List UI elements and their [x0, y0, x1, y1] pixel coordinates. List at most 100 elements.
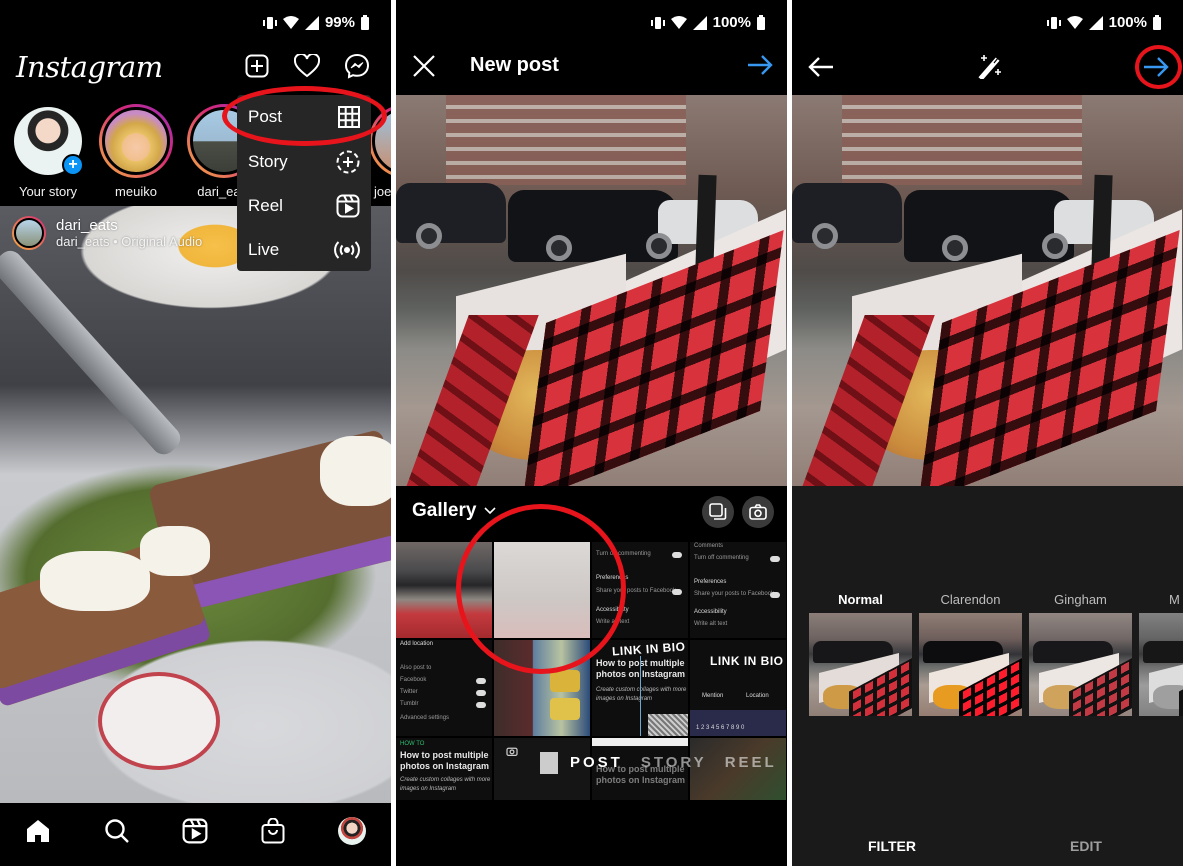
- create-menu-post[interactable]: Post: [237, 95, 371, 139]
- camera-icon: [749, 504, 767, 520]
- gallery-thumb[interactable]: Turn off commenting Preferences Share yo…: [592, 542, 688, 638]
- status-bar: 99%: [262, 14, 369, 31]
- cream-image-detail: [40, 551, 150, 611]
- filter-label: Normal: [838, 592, 883, 607]
- cream-image-detail: [320, 436, 391, 506]
- filter-gingham[interactable]: Gingham: [1029, 592, 1132, 716]
- story-name: joe: [374, 184, 391, 199]
- wifi-icon: [670, 15, 687, 29]
- story-add-icon: [336, 150, 360, 174]
- profile-avatar[interactable]: [336, 815, 368, 847]
- messenger-icon[interactable]: [343, 52, 371, 80]
- author-avatar[interactable]: [12, 216, 46, 250]
- back-arrow-icon[interactable]: [808, 56, 834, 83]
- signal-icon: [1088, 15, 1103, 30]
- next-arrow-icon[interactable]: [1143, 56, 1169, 83]
- create-menu-story[interactable]: Story: [237, 140, 371, 184]
- next-arrow-icon[interactable]: [747, 54, 773, 81]
- filter-edit-screen: 100% Normal Clarendon Gingham M FILTER E…: [792, 0, 1183, 866]
- battery-icon: [1153, 15, 1161, 30]
- filter-normal[interactable]: Normal: [809, 592, 912, 716]
- wifi-icon: [282, 15, 299, 29]
- signal-icon: [304, 15, 319, 30]
- gallery-dropdown[interactable]: Gallery: [412, 500, 497, 522]
- create-menu-reel[interactable]: Reel: [237, 184, 371, 228]
- camera-button[interactable]: [742, 496, 774, 528]
- story-name: Your story: [18, 184, 78, 199]
- filter-panel: Normal Clarendon Gingham M: [792, 486, 1183, 866]
- story-your-story[interactable]: + Your story: [10, 104, 86, 199]
- instagram-home-screen: 99% Instagram + Your story meuiko dari_e…: [0, 0, 391, 866]
- create-menu-live[interactable]: Live: [237, 228, 371, 272]
- grid-icon: [338, 106, 360, 128]
- editor-tabs: FILTER EDIT: [792, 838, 1183, 856]
- gallery-thumb[interactable]: [494, 640, 590, 736]
- gallery-thumb[interactable]: [396, 542, 492, 638]
- story-joe[interactable]: joe: [368, 104, 391, 199]
- menu-item-label: Story: [248, 152, 288, 171]
- filter-label: Gingham: [1054, 592, 1107, 607]
- fork-image-detail: [0, 245, 186, 460]
- audio-label[interactable]: dari_eats • Original Audio: [56, 234, 202, 249]
- gallery-thumb-selected[interactable]: [494, 542, 590, 638]
- gallery-thumb[interactable]: Comments Turn off commenting Preferences…: [690, 542, 786, 638]
- camera-mode-selector: POST STORY REEL LIV: [570, 754, 787, 771]
- vibrate-icon: [650, 16, 665, 29]
- search-icon[interactable]: [101, 815, 133, 847]
- story-meuiko[interactable]: meuiko: [98, 104, 174, 199]
- reels-icon[interactable]: [179, 815, 211, 847]
- author-username[interactable]: dari_eats: [56, 217, 202, 234]
- story-name: meuiko: [115, 184, 157, 199]
- tab-filter[interactable]: FILTER: [868, 838, 916, 854]
- avatar: [372, 107, 391, 175]
- create-icon[interactable]: [243, 52, 271, 80]
- filter-label: Clarendon: [940, 592, 1001, 607]
- battery-percent: 99%: [324, 14, 355, 31]
- multi-select-icon: [709, 503, 727, 520]
- gallery-thumb[interactable]: HOW TO How to post multiple photos on In…: [396, 738, 492, 800]
- filter-thumb: [1029, 613, 1132, 716]
- add-story-icon[interactable]: +: [62, 154, 84, 176]
- tab-edit[interactable]: EDIT: [1070, 838, 1102, 854]
- mode-post[interactable]: POST: [570, 754, 623, 771]
- shop-icon[interactable]: [257, 815, 289, 847]
- magic-wand-icon[interactable]: [978, 53, 1004, 84]
- menu-item-label: Reel: [248, 196, 283, 215]
- photo-preview: [792, 95, 1183, 486]
- post-author[interactable]: dari_eats dari_eats • Original Audio: [12, 216, 202, 250]
- avatar: [102, 107, 170, 175]
- filter-clarendon[interactable]: Clarendon: [919, 592, 1022, 716]
- mode-story[interactable]: STORY: [641, 754, 707, 771]
- close-icon[interactable]: [412, 54, 436, 83]
- gallery-thumb[interactable]: Add location Also post to Facebook Twitt…: [396, 640, 492, 736]
- heart-icon[interactable]: [293, 52, 321, 80]
- home-icon[interactable]: [22, 815, 54, 847]
- reel-icon: [336, 194, 360, 218]
- gallery-thumb[interactable]: How to post multiple photos on Instagram…: [592, 640, 688, 736]
- battery-percent: 100%: [712, 14, 751, 31]
- multi-select-button[interactable]: [702, 496, 734, 528]
- menu-item-label: Live: [248, 240, 280, 259]
- filter-thumb: [1139, 613, 1183, 716]
- bottom-navigation: [0, 803, 391, 866]
- live-icon: [334, 241, 360, 259]
- signal-icon: [692, 15, 707, 30]
- radish-image-detail: [98, 672, 220, 770]
- status-bar: 100%: [1046, 14, 1161, 31]
- selected-photo-preview[interactable]: [396, 95, 787, 486]
- status-bar: 100%: [650, 14, 765, 31]
- header-actions: [243, 52, 371, 80]
- instagram-logo: Instagram: [16, 50, 163, 84]
- create-menu: Post Story Reel Live: [237, 95, 371, 271]
- wifi-icon: [1066, 15, 1083, 29]
- feed-reel-video[interactable]: dari_eats dari_eats • Original Audio: [0, 206, 391, 803]
- new-post-screen: 100% New post Gallery Turn off commentin…: [396, 0, 787, 866]
- mode-reel[interactable]: REEL: [725, 754, 777, 771]
- filter-label: M: [1169, 592, 1180, 607]
- gallery-thumb[interactable]: LINK IN BIO Mention Location 1 2 3 4 5 6…: [690, 640, 786, 736]
- gallery-toolbar: Gallery: [396, 486, 787, 538]
- cream-image-detail: [140, 526, 210, 576]
- filter-moon[interactable]: M: [1139, 592, 1183, 716]
- gallery-label: Gallery: [412, 500, 477, 521]
- vibrate-icon: [262, 16, 277, 29]
